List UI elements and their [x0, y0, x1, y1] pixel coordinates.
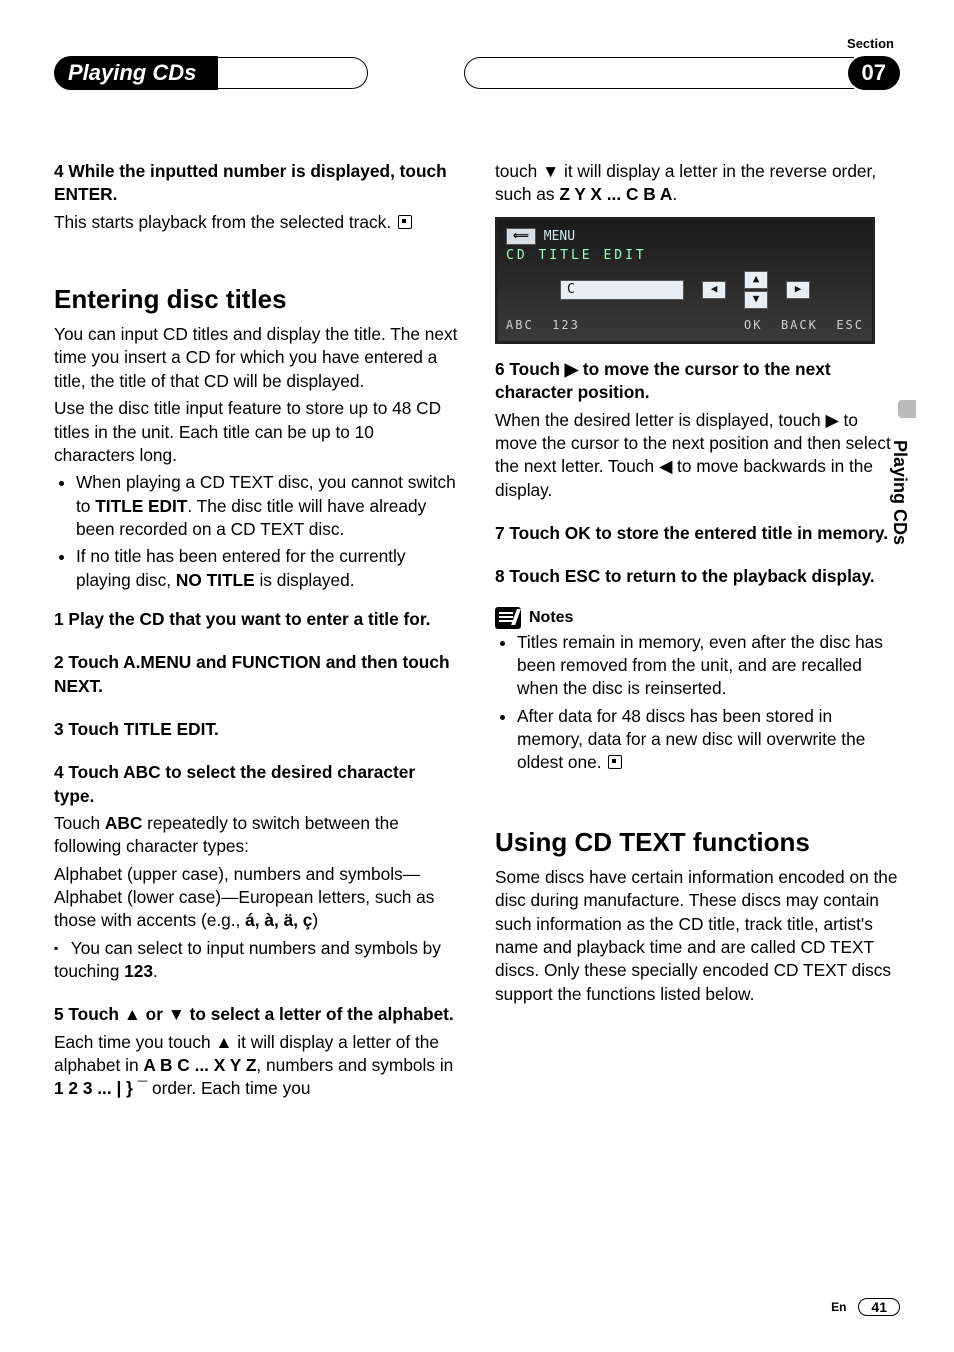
t: 1 2 3 ... | } ¯ — [54, 1078, 147, 1098]
t: touch ▼ it will display a letter in the … — [495, 161, 876, 204]
body-columns: 4 While the inputted number is displayed… — [54, 160, 900, 1262]
entering-intro-1: You can input CD titles and display the … — [54, 323, 459, 393]
step-4-body-2: Alphabet (upper case), numbers and symbo… — [54, 863, 459, 933]
page-footer: En 41 — [831, 1298, 900, 1316]
heading-entering-disc-titles: Entering disc titles — [54, 282, 459, 317]
chapter-number-pill: 07 — [848, 56, 900, 90]
notes-label: Notes — [529, 607, 573, 629]
step-4-enter-text: This starts playback from the selected t… — [54, 212, 391, 232]
step-6: 6 Touch ▶ to move the cursor to the next… — [495, 358, 900, 405]
list-item: When playing a CD TEXT disc, you cannot … — [76, 471, 459, 541]
header-band: Playing CDs 07 — [0, 56, 954, 96]
list-item: Titles remain in memory, even after the … — [517, 631, 900, 701]
ss-down-arrow-icon: ▼ — [744, 291, 768, 309]
t: Z Y X ... C B A — [559, 184, 672, 204]
ss-up-arrow-icon: ▲ — [744, 271, 768, 289]
step-5-continued: touch ▼ it will display a letter in the … — [495, 160, 900, 207]
step-4-subnote: You can select to input numbers and symb… — [54, 937, 459, 984]
li-strong: NO TITLE — [176, 570, 255, 590]
step-4: 4 Touch ABC to select the desired charac… — [54, 761, 459, 808]
end-of-topic-icon — [608, 755, 622, 769]
step-8: 8 Touch ESC to return to the playback di… — [495, 565, 900, 588]
t: ) — [312, 910, 318, 930]
notes-icon — [495, 607, 521, 629]
ss-left-arrow-icon: ◀ — [702, 281, 726, 299]
t: Touch — [54, 813, 105, 833]
ss-title-label: CD TITLE EDIT — [506, 247, 647, 265]
chapter-title-tail — [218, 57, 368, 89]
list-item: If no title has been entered for the cur… — [76, 545, 459, 592]
ss-menu-label: MENU — [544, 228, 575, 246]
step-7: 7 Touch OK to store the entered title in… — [495, 522, 900, 545]
ss-right-arrow-icon: ▶ — [786, 281, 810, 299]
title-edit-screenshot: ⟸ MENU CD TITLE EDIT C ◀ ▲ ▼ ▶ ABC 123 — [495, 217, 875, 344]
ss-back-icon: ⟸ — [506, 228, 536, 245]
step-4-body-1: Touch ABC repeatedly to switch between t… — [54, 812, 459, 859]
t: 123 — [124, 961, 153, 981]
t: á, à, ä, ç — [245, 910, 312, 930]
document-page: Section Playing CDs 07 Playing CDs 4 Whi… — [0, 0, 954, 1352]
entering-intro-2: Use the disc title input feature to stor… — [54, 397, 459, 467]
step-6-body: When the desired letter is displayed, to… — [495, 409, 900, 502]
t: , numbers and symbols in — [256, 1055, 453, 1075]
t: ABC — [105, 813, 142, 833]
step-2: 2 Touch A.MENU and FUNCTION and then tou… — [54, 651, 459, 698]
li-strong: TITLE EDIT — [95, 496, 187, 516]
t: . — [153, 961, 158, 981]
step-5: 5 Touch ▲ or ▼ to select a letter of the… — [54, 1003, 459, 1026]
page-number: 41 — [858, 1298, 900, 1316]
t: After data for 48 discs has been stored … — [517, 706, 865, 773]
step-4-enter-body: This starts playback from the selected t… — [54, 211, 459, 234]
step-4-enter: 4 While the inputted number is displayed… — [54, 160, 459, 207]
t: order. Each time you — [147, 1078, 310, 1098]
li-text: is displayed. — [255, 570, 355, 590]
end-of-topic-icon — [398, 215, 412, 229]
step-5-body: Each time you touch ▲ it will display a … — [54, 1031, 459, 1101]
side-tab-notch — [898, 400, 916, 418]
entering-notes-list: When playing a CD TEXT disc, you cannot … — [54, 471, 459, 592]
ss-back-label: BACK — [781, 318, 818, 332]
ss-abc-label: ABC — [506, 318, 534, 332]
section-label: Section — [847, 36, 894, 51]
chapter-number-lead — [464, 57, 854, 89]
step-1: 1 Play the CD that you want to enter a t… — [54, 608, 459, 631]
ss-esc-label: ESC — [836, 318, 864, 332]
chapter-title-pill: Playing CDs — [54, 56, 218, 90]
heading-cd-text: Using CD TEXT functions — [495, 825, 900, 860]
ss-input-field: C — [560, 280, 684, 300]
t: . — [672, 184, 677, 204]
list-item: After data for 48 discs has been stored … — [517, 705, 900, 775]
notes-heading: Notes — [495, 607, 900, 629]
notes-list: Titles remain in memory, even after the … — [495, 631, 900, 775]
t: A B C ... X Y Z — [143, 1055, 256, 1075]
step-3: 3 Touch TITLE EDIT. — [54, 718, 459, 741]
cd-text-intro: Some discs have certain information enco… — [495, 866, 900, 1006]
ss-123-label: 123 — [552, 318, 580, 332]
t: You can select to input numbers and symb… — [54, 938, 441, 981]
language-code: En — [831, 1300, 846, 1314]
ss-ok-label: OK — [744, 318, 762, 332]
